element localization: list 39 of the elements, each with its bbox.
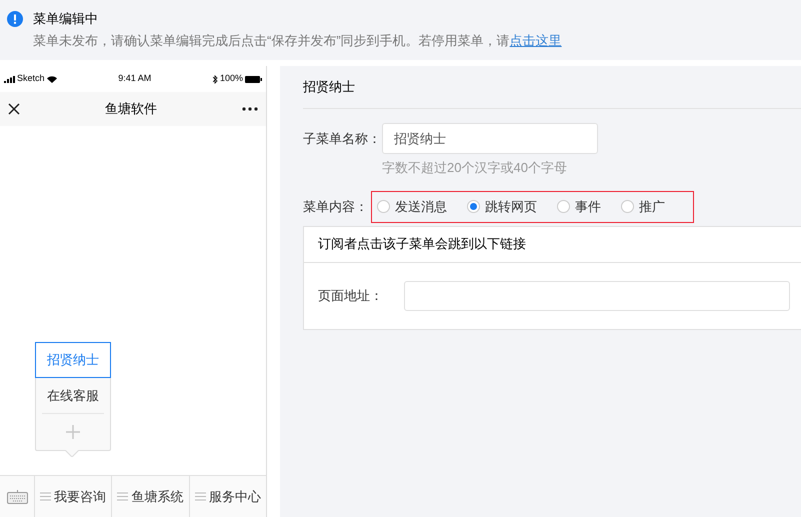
radio-option[interactable]: 发送消息 [377, 196, 447, 216]
lines-icon [40, 492, 52, 501]
menu-tab[interactable]: 服务中心 [190, 476, 266, 517]
close-icon[interactable] [8, 103, 20, 115]
disable-menu-link[interactable]: 点击这里 [510, 33, 562, 48]
menu-tab[interactable]: 我要咨询 [35, 476, 112, 517]
notice-title: 菜单编辑中 [33, 10, 99, 28]
menu-tab-label: 我要咨询 [54, 488, 106, 506]
clock-text: 9:41 AM [118, 72, 152, 86]
menu-tab-label: 鱼塘系统 [131, 488, 184, 506]
editor-title: 招贤纳士 [303, 66, 801, 109]
keyboard-icon[interactable] [6, 490, 28, 504]
notice-message: 菜单未发布，请确认菜单编辑完成后点击“保存并发布”同步到手机。若停用菜单，请点击这里 [33, 32, 562, 50]
field-label: 菜单内容： [303, 198, 369, 216]
battery-icon [244, 76, 262, 82]
submenu-item[interactable]: 招贤纳士 [35, 342, 111, 378]
radio-option[interactable]: 事件 [557, 196, 601, 216]
radio-option[interactable]: 推广 [621, 196, 665, 216]
carrier-text: Sketch [17, 72, 45, 86]
radio-option[interactable]: 跳转网页 [467, 196, 537, 216]
field-label: 子菜单名称： [303, 130, 382, 148]
menu-tab-label: 服务中心 [208, 488, 261, 506]
plus-icon [66, 425, 80, 439]
more-icon[interactable] [242, 107, 258, 111]
wifi-icon [46, 76, 57, 82]
menu-tab[interactable]: 鱼塘系统 [112, 476, 190, 517]
lines-icon [117, 492, 128, 501]
submenu-name-field[interactable]: 招贤纳士 [382, 123, 598, 154]
lines-icon [194, 492, 206, 501]
signal-icon [4, 76, 15, 82]
phone-title: 鱼塘软件 [105, 100, 157, 118]
field-label: 页面地址： [318, 286, 384, 305]
alert-icon [7, 11, 23, 27]
submenu-item[interactable]: 在线客服 [42, 378, 104, 414]
page-url-field[interactable] [404, 280, 790, 310]
panel-title: 订阅者点击该子菜单会跳到以下链接 [304, 226, 801, 262]
field-hint: 字数不超过20个汉字或40个字母 [382, 159, 568, 177]
battery-text: 100% [220, 72, 243, 86]
bluetooth-icon [212, 74, 218, 84]
